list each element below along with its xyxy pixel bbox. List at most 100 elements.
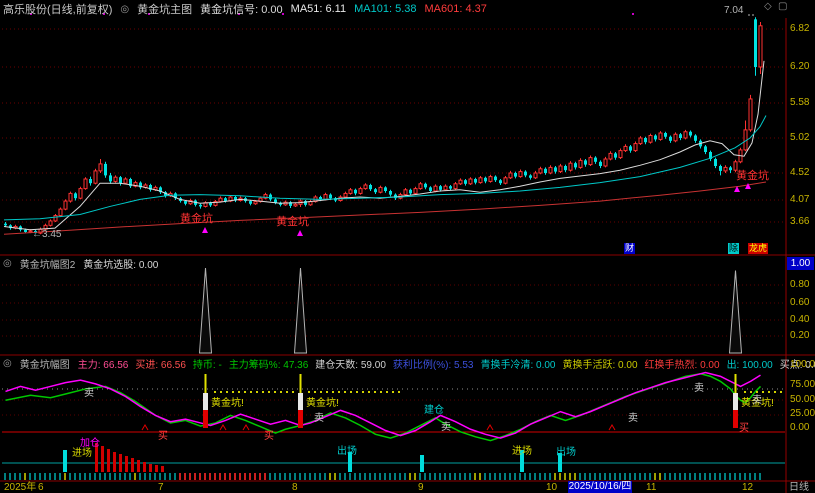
day-tick (159, 473, 161, 480)
trade-mark-label: 买 (264, 432, 274, 442)
day-tick (449, 473, 451, 480)
day-tick (569, 473, 571, 480)
signal-dot-trail (368, 391, 370, 393)
candle-up (454, 184, 457, 189)
day-tick (594, 473, 596, 480)
signal-bar-yellow (735, 374, 737, 393)
event-badge[interactable]: 财 (624, 243, 635, 254)
candle-down (529, 175, 532, 177)
day-tick (129, 473, 131, 480)
day-tick (489, 473, 491, 480)
candle-down (424, 184, 427, 188)
candle-up (489, 177, 492, 182)
day-tick (289, 473, 291, 480)
candle-down (409, 190, 412, 194)
candle-down (464, 180, 467, 184)
day-tick (664, 473, 666, 480)
red-volume-bar (125, 456, 128, 472)
day-tick (74, 473, 76, 480)
day-tick (549, 473, 551, 480)
day-tick (559, 473, 561, 480)
day-tick (679, 473, 681, 480)
day-tick (254, 473, 256, 480)
candle-down (524, 172, 527, 176)
candle-down (104, 164, 107, 176)
signal-dot-trail (780, 391, 782, 393)
candle-down (329, 195, 332, 199)
signal-bar-red (298, 410, 303, 428)
signal-dot-trail (774, 391, 776, 393)
month-label: 8 (292, 483, 298, 493)
main-y-axis-label: 3.66 (790, 217, 809, 227)
trade-mark-label: 进场 (512, 447, 532, 457)
panel3-y-axis-label: 100.00 (790, 360, 815, 370)
buy-arrow-icon (745, 183, 751, 189)
event-badge[interactable]: 除 (728, 243, 739, 254)
signal-dot-trail (232, 391, 234, 393)
collapse-icon[interactable]: ◎ (3, 358, 12, 369)
day-tick (629, 473, 631, 480)
trade-mark-label: 卖 (441, 423, 451, 433)
candle-up (294, 204, 297, 206)
buy-arrow-icon (297, 230, 303, 236)
month-label: 9 (418, 483, 424, 493)
selection-spike (295, 268, 307, 353)
chart-window-icon[interactable]: ▢ (778, 1, 787, 12)
day-tick (519, 473, 521, 480)
ma-legend-item: MA51: 6.11 (291, 3, 346, 15)
day-tick (674, 473, 676, 480)
candle-up (84, 179, 87, 189)
selection-spike (730, 271, 742, 353)
candle-down (184, 201, 187, 204)
day-tick (604, 473, 606, 480)
day-tick (239, 473, 241, 480)
day-tick (504, 473, 506, 480)
candle-up (604, 159, 607, 166)
period-label[interactable]: 日线 (789, 483, 809, 493)
candle-down (439, 186, 442, 190)
candle-up (619, 151, 622, 158)
panel2-indicator-name[interactable]: 黄金坑幅图2 (20, 256, 76, 271)
candle-down (484, 178, 487, 182)
signal-dot-trail (314, 391, 316, 393)
collapse-icon[interactable]: ◎ (120, 4, 129, 15)
day-tick (539, 473, 541, 480)
trade-mark-label: 买 (158, 432, 168, 442)
signal-dot-trail (350, 391, 352, 393)
day-tick (189, 473, 191, 480)
day-tick (524, 473, 526, 480)
main-indicator-name[interactable]: 黄金坑主图 (137, 1, 192, 17)
chart-diamond-icon[interactable]: ◇ (764, 1, 772, 12)
day-tick (404, 473, 406, 480)
event-badge[interactable]: 龙虎 (748, 243, 768, 254)
candle-up (324, 195, 327, 200)
candle-down (494, 177, 497, 181)
panel3-indicator-name[interactable]: 黄金坑幅图 (20, 356, 70, 371)
chart-canvas[interactable] (0, 0, 815, 493)
day-tick (269, 473, 271, 480)
red-volume-bar (137, 460, 140, 472)
cyan-volume-bar (63, 450, 67, 472)
day-tick (484, 473, 486, 480)
day-tick (219, 473, 221, 480)
day-tick (409, 473, 411, 480)
candle-down (729, 167, 732, 170)
day-tick (39, 473, 41, 480)
signal-bar-yellow (205, 374, 207, 393)
candle-down (614, 153, 617, 157)
day-tick (659, 473, 661, 480)
signal-dot-trail (280, 391, 282, 393)
candle-down (429, 187, 432, 191)
panel3-y-axis-label: 75.00 (790, 380, 815, 390)
day-tick (514, 473, 516, 480)
day-tick (199, 473, 201, 480)
panel2-header: ◎ 黄金坑幅图2 黄金坑选股: 0.00 (0, 257, 815, 270)
day-tick (439, 473, 441, 480)
day-tick (14, 473, 16, 480)
day-tick (29, 473, 31, 480)
candle-up (559, 166, 562, 172)
collapse-icon[interactable]: ◎ (3, 258, 12, 269)
low-price-label: ←3.45 (32, 230, 61, 240)
signal-dot-trail (268, 391, 270, 393)
day-tick (309, 473, 311, 480)
